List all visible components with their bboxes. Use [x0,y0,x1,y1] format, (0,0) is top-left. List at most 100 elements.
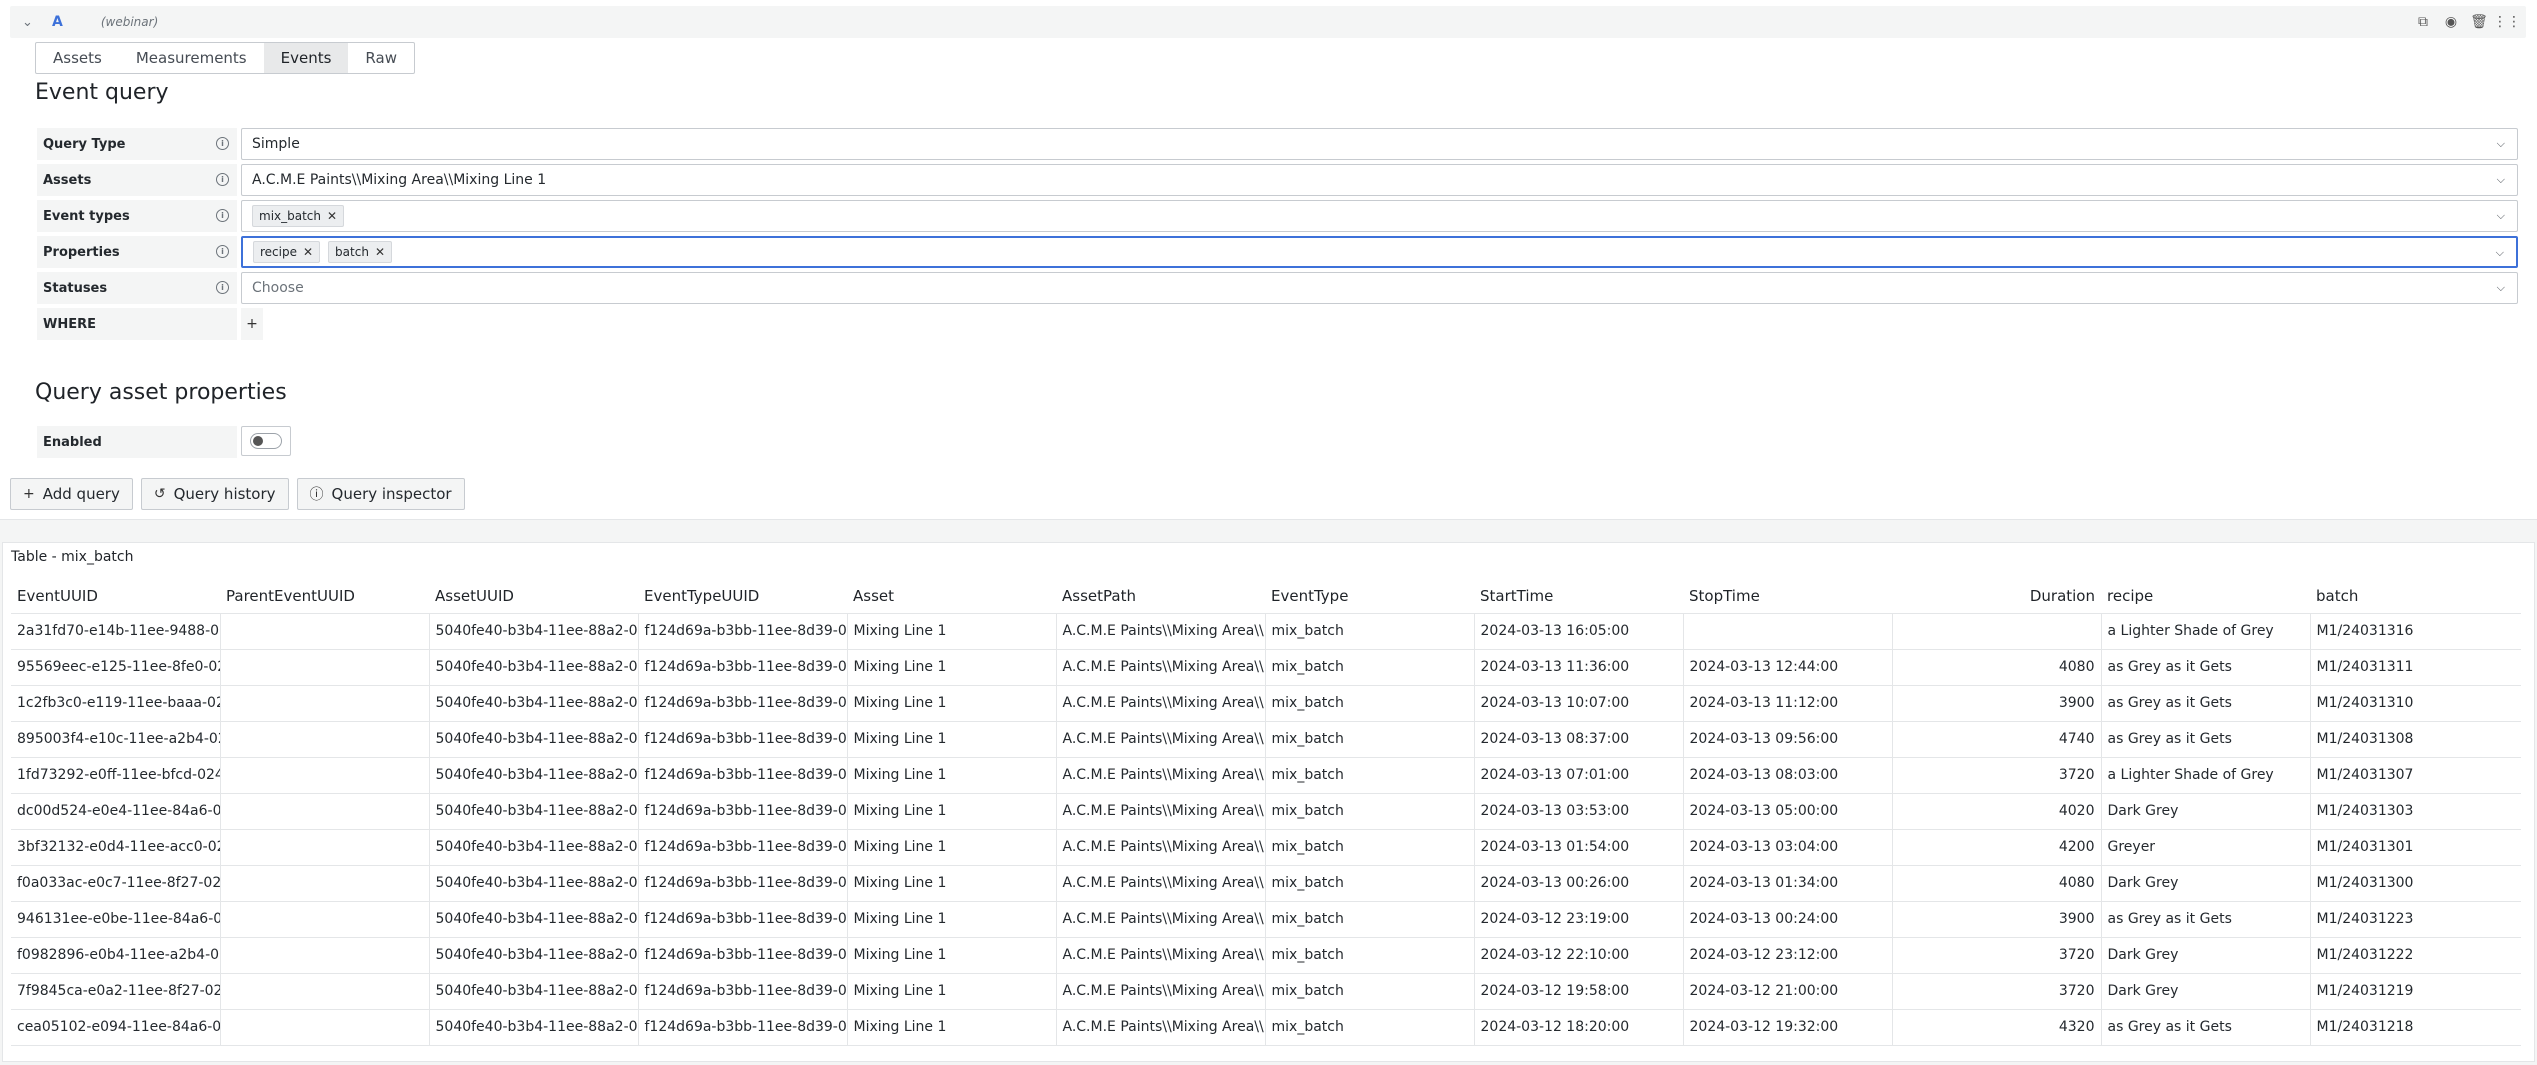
eye-icon[interactable]: ◉ [2442,13,2460,31]
chevron-down-icon[interactable]: ⌄ [22,15,42,30]
add-query-button[interactable]: + Add query [10,478,133,510]
table-header-row: EventUUID ParentEventUUID AssetUUID EventTy… [11,579,2521,614]
table-cell: 5040fe40-b3b4-11ee-88a2-0 [429,1009,639,1046]
query-inspector-button[interactable]: ⓘ Query inspector [296,478,465,510]
query-history-button[interactable]: ↺ Query history [140,478,289,510]
query-action-buttons: + Add query ↺ Query history ⓘ Query insp… [10,478,465,510]
table-cell: 2024-03-12 23:19:00 [1474,901,1684,938]
info-icon[interactable]: i [216,281,229,294]
table-row[interactable]: 1c2fb3c0-e119-11ee-baaa-024 5040fe40-b3b4… [11,685,2521,722]
column-header[interactable]: StopTime [1683,579,1892,614]
table-row[interactable]: 3bf32132-e0d4-11ee-acc0-02 5040fe40-b3b4-… [11,829,2521,866]
table-cell: M1/24031311 [2310,649,2521,686]
table-cell: 3720 [1892,973,2102,1010]
table-cell: 2024-03-13 00:24:00 [1683,901,1893,938]
query-type-select[interactable]: Simple ⌵ [241,128,2518,160]
statuses-row: Statuses i Choose ⌵ [37,272,2518,304]
table-cell: f124d69a-b3bb-11ee-8d39-02 [638,865,848,902]
table-cell: 4080 [1892,649,2102,686]
table-row[interactable]: f0982896-e0b4-11ee-a2b4-0 5040fe40-b3b4-1… [11,937,2521,974]
column-header[interactable]: StartTime [1474,579,1683,614]
column-header[interactable]: EventTypeUUID [638,579,847,614]
query-ref-id[interactable]: A [52,14,63,30]
table-cell: A.C.M.E Paints\\Mixing Area\\M [1056,937,1266,974]
duplicate-icon[interactable]: ⧉ [2414,13,2432,31]
properties-multiselect[interactable]: recipe ✕ batch ✕ ⌵ [241,236,2518,268]
info-icon[interactable]: i [216,209,229,222]
close-icon[interactable]: ✕ [327,209,337,223]
table-row[interactable]: f0a033ac-e0c7-11ee-8f27-02 5040fe40-b3b4-… [11,865,2521,902]
assets-select[interactable]: A.C.M.E Paints\\Mixing Area\\Mixing Line… [241,164,2518,196]
query-row-header[interactable]: ⌄ A (webinar) ⧉ ◉ 🗑︎ ⋮⋮ [10,6,2526,38]
event-types-multiselect[interactable]: mix_batch ✕ ⌵ [241,200,2518,232]
query-type-label-text: Query Type [43,136,126,152]
table-cell: A.C.M.E Paints\\Mixing Area\\M [1056,973,1266,1010]
close-icon[interactable]: ✕ [303,245,313,259]
column-header[interactable]: Duration [1892,579,2101,614]
table-row[interactable]: 7f9845ca-e0a2-11ee-8f27-02 5040fe40-b3b4-… [11,973,2521,1010]
chevron-down-icon: ⌵ [2496,209,2505,222]
table-cell: Dark Grey [2101,793,2311,830]
table-cell [220,757,430,794]
table-cell: 5040fe40-b3b4-11ee-88a2-0 [429,937,639,974]
tab-measurements[interactable]: Measurements [119,43,264,73]
table-cell: mix_batch [1265,973,1475,1010]
table-cell: Mixing Line 1 [847,685,1057,722]
table-cell: 2024-03-13 10:07:00 [1474,685,1684,722]
info-icon[interactable]: i [216,245,229,258]
trash-icon[interactable]: 🗑︎ [2470,13,2488,31]
table-cell: A.C.M.E Paints\\Mixing Area\\M [1056,685,1266,722]
column-header[interactable]: EventType [1265,579,1474,614]
table-cell: 946131ee-e0be-11ee-84a6-02 [11,901,221,938]
column-header[interactable]: ParentEventUUID [220,579,429,614]
table-row[interactable]: dc00d524-e0e4-11ee-84a6-0 5040fe40-b3b4-1… [11,793,2521,830]
table-row[interactable]: 1fd73292-e0ff-11ee-bfcd-024 5040fe40-b3b4… [11,757,2521,794]
info-icon[interactable]: i [216,173,229,186]
table-row[interactable]: cea05102-e094-11ee-84a6-0 5040fe40-b3b4-1… [11,1009,2521,1046]
event-types-label: Event types i [37,200,237,232]
enabled-toggle[interactable] [241,426,291,456]
datasource-name: (webinar) [100,15,159,29]
table-cell: Mixing Line 1 [847,613,1057,650]
table-row[interactable]: 2a31fd70-e14b-11ee-9488-02 5040fe40-b3b4-… [11,613,2521,650]
table-cell: mix_batch [1265,937,1475,974]
table-cell: 1c2fb3c0-e119-11ee-baaa-024 [11,685,221,722]
drag-handle-icon[interactable]: ⋮⋮ [2493,13,2521,31]
tab-events[interactable]: Events [263,43,349,73]
close-icon[interactable]: ✕ [375,245,385,259]
statuses-select[interactable]: Choose ⌵ [241,272,2518,304]
table-cell [220,721,430,758]
table-cell: M1/24031300 [2310,865,2521,902]
table-cell: 2024-03-13 03:04:00 [1683,829,1893,866]
table-cell [220,685,430,722]
tab-assets[interactable]: Assets [36,43,119,73]
table-row[interactable]: 946131ee-e0be-11ee-84a6-02 5040fe40-b3b4-… [11,901,2521,938]
column-header[interactable]: EventUUID [11,579,220,614]
table-row[interactable]: 895003f4-e10c-11ee-a2b4-02 5040fe40-b3b4-… [11,721,2521,758]
statuses-label-text: Statuses [43,280,108,296]
column-header[interactable]: Asset [847,579,1056,614]
table-cell: 2024-03-13 01:34:00 [1683,865,1893,902]
column-header[interactable]: batch [2310,579,2521,614]
table-cell: M1/24031223 [2310,901,2521,938]
info-icon[interactable]: i [216,137,229,150]
property-chip-recipe: recipe ✕ [253,241,321,263]
info-circle-icon: ⓘ [309,487,324,503]
table-row[interactable]: 95569eec-e125-11ee-8fe0-02 5040fe40-b3b4-… [11,649,2521,686]
table-cell: 95569eec-e125-11ee-8fe0-02 [11,649,221,686]
table-cell: Mixing Line 1 [847,793,1057,830]
enabled-label-text: Enabled [43,434,102,450]
column-header[interactable]: AssetPath [1056,579,1265,614]
table-cell: Mixing Line 1 [847,901,1057,938]
column-header[interactable]: recipe [2101,579,2310,614]
event-types-row: Event types i mix_batch ✕ ⌵ [37,200,2518,232]
table-cell: A.C.M.E Paints\\Mixing Area\\M [1056,901,1266,938]
add-where-button[interactable]: + [241,308,263,340]
table-cell: 2024-03-13 08:03:00 [1683,757,1893,794]
table-cell: f124d69a-b3bb-11ee-8d39-02 [638,937,848,974]
column-header[interactable]: AssetUUID [429,579,638,614]
tab-raw[interactable]: Raw [348,43,414,73]
asset-properties-title: Query asset properties [35,380,287,405]
property-chip-batch: batch ✕ [328,241,392,263]
table-cell: 2024-03-12 21:00:00 [1683,973,1893,1010]
